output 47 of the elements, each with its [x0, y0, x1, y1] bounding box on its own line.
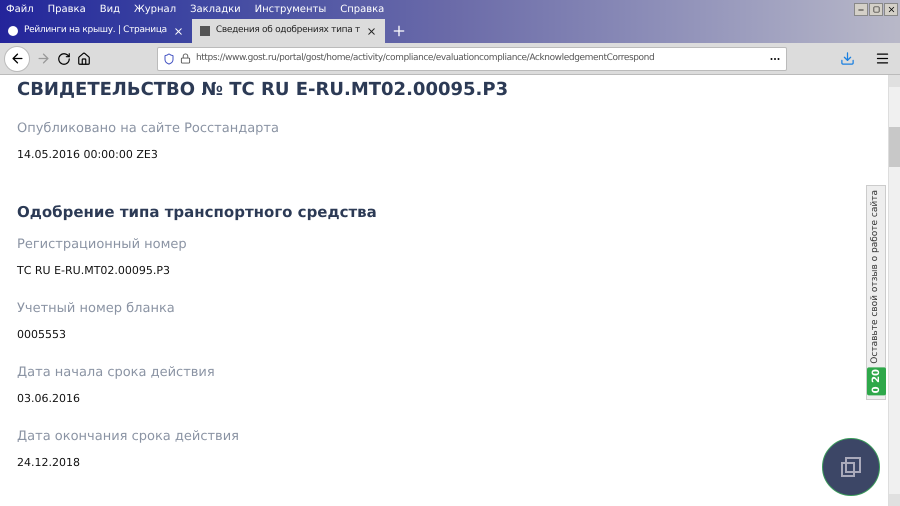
close-icon[interactable] [366, 26, 377, 36]
field-value: 0005553 [17, 327, 66, 343]
lock-icon [180, 53, 191, 64]
field-value: 14.05.2016 00:00:00 ZE3 [17, 147, 158, 163]
menu-item[interactable]: Инструменты [254, 2, 326, 17]
shield-icon [163, 52, 175, 64]
restore-icon [872, 6, 880, 13]
browser-tab[interactable]: Рейлинги на крышу. | Страница [0, 19, 192, 43]
menu-item[interactable]: Вид [100, 2, 120, 17]
tab-title: Сведения об одобрениях типа т [216, 24, 360, 38]
close-button[interactable] [884, 3, 898, 16]
close-icon[interactable] [172, 26, 184, 36]
field-value: ТС RU E-RU.MT02.00095.Р3 [17, 263, 170, 279]
site-icon [200, 26, 210, 36]
feedback-label: Оставьте свой отзыв о работе сайта [869, 190, 882, 364]
field-label: Учетный номер бланка [17, 300, 175, 318]
menu-item[interactable]: Журнал [134, 2, 176, 17]
menu-item[interactable]: Закладки [190, 2, 241, 17]
field-label: Регистрационный номер [17, 236, 187, 254]
restore-button[interactable] [869, 3, 883, 16]
section-heading: Одобрение типа транспортного средства [17, 202, 377, 223]
menu-item[interactable]: Справка [340, 2, 384, 17]
home-icon[interactable] [77, 52, 91, 66]
minimize-button[interactable] [854, 3, 868, 16]
reload-icon[interactable] [57, 52, 71, 66]
close-icon [886, 5, 896, 14]
field-value: 24.12.2018 [17, 455, 80, 471]
feedback-tab[interactable]: Оставьте свой отзыв о работе сайта 0 20 [866, 185, 886, 400]
back-button[interactable] [4, 46, 30, 72]
tab-title: Рейлинги на крышу. | Страница [24, 24, 167, 38]
site-icon [8, 26, 18, 36]
address-bar[interactable]: https://www.gost.ru/portal/gost/home/activity/compliance/evaluationcompliance/AcknowledgementCorrespond [157, 46, 787, 70]
back-icon [10, 51, 24, 66]
new-tab-icon[interactable] [390, 23, 407, 39]
scrollbar[interactable] [888, 75, 900, 506]
field-label: Дата начала срока действия [17, 364, 215, 382]
url-text: https://www.gost.ru/portal/gost/home/activity/compliance/evaluationcompliance/AcknowledgementCorrespond [196, 52, 656, 65]
menu-icon[interactable] [875, 51, 890, 66]
certificate-heading: СВИДЕТЕЛЬСТВО № ТС RU E-RU.MT02.00095.Р3 [17, 78, 508, 102]
count-badge: 0 20 [866, 366, 886, 395]
download-icon[interactable] [840, 51, 855, 66]
menu-item[interactable]: Файл [6, 2, 34, 17]
field-value: 03.06.2016 [17, 391, 80, 407]
browser-tab[interactable]: Сведения об одобрениях типа т [192, 19, 385, 43]
field-label: Дата окончания срока действия [17, 428, 239, 446]
menu-item[interactable]: Правка [48, 2, 86, 17]
field-label: Опубликовано на сайте Росстандарта [17, 120, 279, 138]
